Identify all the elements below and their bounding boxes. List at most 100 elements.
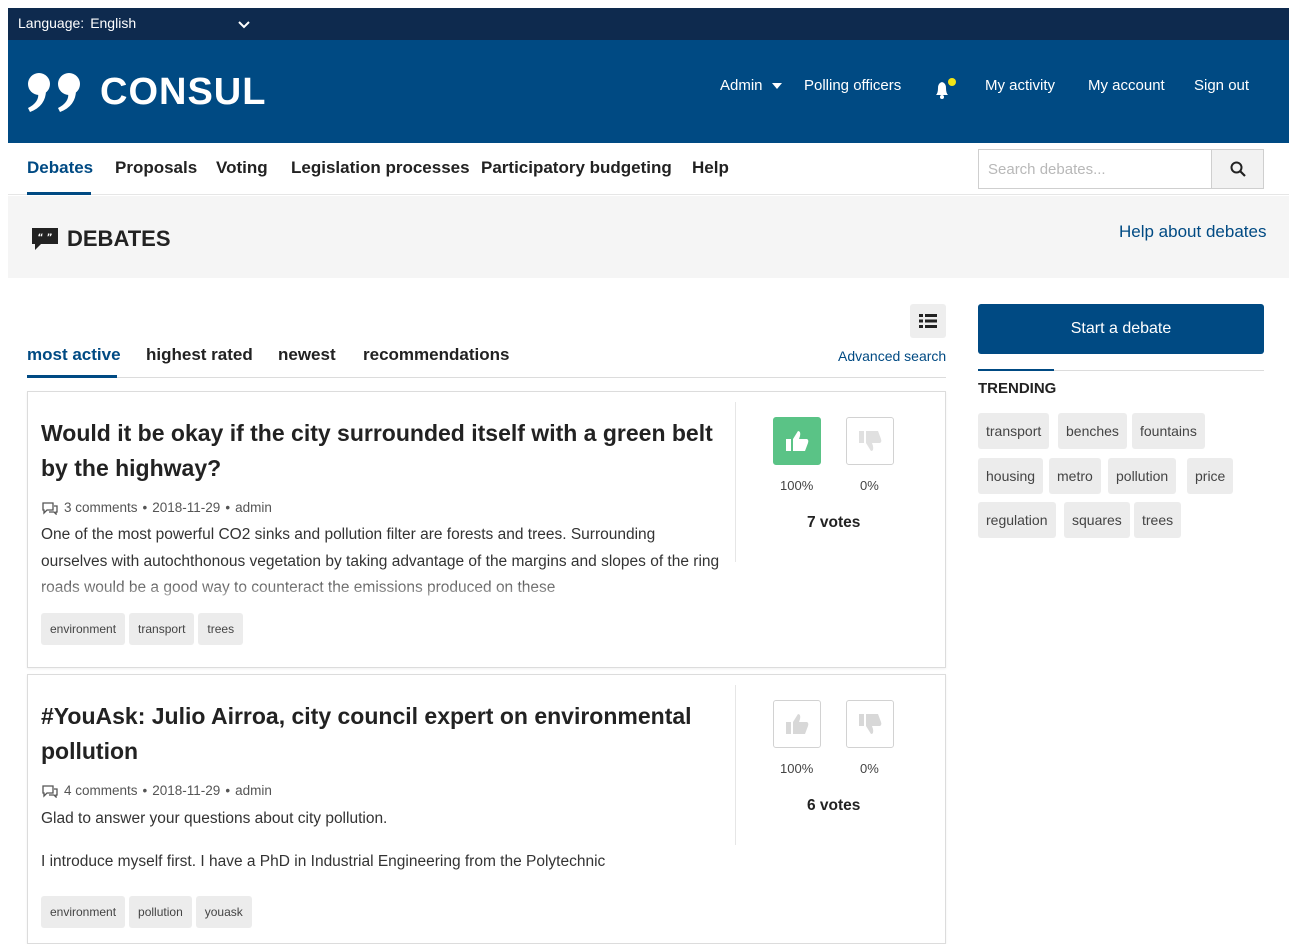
tab-divider bbox=[27, 377, 946, 378]
sign-out-link[interactable]: Sign out bbox=[1194, 77, 1249, 94]
debate-description-more: I introduce myself first. I have a PhD i… bbox=[41, 853, 606, 870]
list-icon bbox=[919, 314, 937, 328]
thumbs-down-icon bbox=[859, 431, 882, 451]
comments-icon bbox=[42, 784, 58, 798]
site-header: CONSUL Admin Polling officers My activit… bbox=[8, 40, 1289, 143]
tag[interactable]: environment bbox=[41, 896, 126, 928]
debate-tags: environment transport trees bbox=[41, 613, 244, 645]
trending-tag[interactable]: trees bbox=[1134, 502, 1182, 538]
language-bar: Language: English bbox=[8, 8, 1289, 40]
votes-total: 7 votes bbox=[807, 514, 861, 531]
thumbs-down-icon bbox=[859, 714, 882, 734]
svg-text:“ ”: “ ” bbox=[38, 233, 53, 243]
tab-most-active[interactable]: most active bbox=[27, 345, 121, 365]
debate-tags: environment pollution youask bbox=[41, 896, 252, 928]
debate-author: admin bbox=[235, 500, 272, 515]
vote-divider bbox=[735, 685, 736, 845]
help-about-debates-link[interactable]: Help about debates bbox=[1119, 222, 1266, 242]
list-view-button[interactable] bbox=[910, 304, 946, 338]
meta-separator: • bbox=[142, 783, 148, 798]
trending-tag[interactable]: squares bbox=[1064, 502, 1130, 538]
search-box bbox=[978, 149, 1264, 189]
trending-tag[interactable]: pollution bbox=[1108, 458, 1177, 494]
tab-recommendations[interactable]: recommendations bbox=[363, 345, 509, 365]
active-nav-indicator bbox=[27, 192, 91, 195]
language-label: Language: bbox=[18, 15, 85, 31]
active-tab-indicator bbox=[27, 375, 117, 378]
debate-date: 2018-11-29 bbox=[152, 783, 221, 798]
nav-debates[interactable]: Debates bbox=[27, 158, 93, 178]
notification-bell-icon[interactable] bbox=[932, 78, 958, 100]
vote-up-button[interactable] bbox=[773, 700, 821, 748]
tag[interactable]: pollution bbox=[129, 896, 192, 928]
debate-author: admin bbox=[235, 783, 272, 798]
tab-highest-rated[interactable]: highest rated bbox=[146, 345, 253, 365]
quote-logo-icon bbox=[28, 73, 80, 112]
meta-separator: • bbox=[225, 500, 231, 515]
start-debate-button[interactable]: Start a debate bbox=[978, 304, 1264, 354]
admin-label: Admin bbox=[720, 77, 763, 94]
vote-down-button[interactable] bbox=[846, 417, 894, 465]
thumbs-up-icon bbox=[786, 714, 809, 734]
trending-tag[interactable]: metro bbox=[1049, 458, 1101, 494]
trending-tag[interactable]: benches bbox=[1058, 413, 1127, 449]
vote-up-button[interactable] bbox=[773, 417, 821, 465]
search-input[interactable] bbox=[979, 150, 1211, 188]
tag[interactable]: youask bbox=[195, 896, 252, 928]
nav-voting[interactable]: Voting bbox=[216, 158, 268, 178]
page-title-text: DEBATES bbox=[67, 226, 171, 251]
debate-card: #YouAsk: Julio Airroa, city council expe… bbox=[27, 674, 946, 944]
downvote-percentage: 0% bbox=[860, 761, 879, 776]
meta-separator: • bbox=[225, 783, 231, 798]
trending-indicator bbox=[978, 369, 1054, 371]
tag[interactable]: trees bbox=[198, 613, 244, 645]
downvote-percentage: 0% bbox=[860, 478, 879, 493]
thumbs-up-icon bbox=[786, 431, 809, 451]
my-account-link[interactable]: My account bbox=[1088, 77, 1165, 94]
debate-title[interactable]: #YouAsk: Julio Airroa, city council expe… bbox=[41, 699, 721, 769]
chevron-down-icon[interactable] bbox=[236, 16, 252, 32]
language-selector[interactable]: Language: English bbox=[18, 15, 136, 31]
debate-card: Would it be okay if the city surrounded … bbox=[27, 391, 946, 668]
comments-count[interactable]: 3 comments bbox=[64, 500, 138, 515]
search-icon bbox=[1230, 161, 1246, 177]
trending-tag[interactable]: fountains bbox=[1132, 413, 1205, 449]
advanced-search-link[interactable]: Advanced search bbox=[838, 348, 946, 364]
vote-down-button[interactable] bbox=[846, 700, 894, 748]
debate-speech-icon: “ ” bbox=[32, 228, 58, 250]
section-header: “ ” DEBATES Help about debates bbox=[8, 196, 1289, 278]
nav-legislation-processes[interactable]: Legislation processes bbox=[291, 158, 470, 178]
language-value: English bbox=[90, 15, 137, 31]
upvote-percentage: 100% bbox=[780, 478, 814, 493]
tag[interactable]: environment bbox=[41, 613, 126, 645]
debate-meta: 3 comments • 2018-11-29 • admin bbox=[41, 500, 272, 515]
tab-newest[interactable]: newest bbox=[278, 345, 336, 365]
debate-meta: 4 comments • 2018-11-29 • admin bbox=[41, 783, 272, 798]
brand-name: CONSUL bbox=[100, 70, 267, 113]
nav-participatory-budgeting[interactable]: Participatory budgeting bbox=[481, 158, 672, 178]
trending-tag[interactable]: housing bbox=[978, 458, 1044, 494]
main-nav: Debates Proposals Voting Legislation pro… bbox=[8, 143, 1289, 195]
my-activity-link[interactable]: My activity bbox=[985, 77, 1055, 94]
nav-proposals[interactable]: Proposals bbox=[115, 158, 197, 178]
admin-menu[interactable]: Admin bbox=[720, 77, 783, 94]
tag[interactable]: transport bbox=[129, 613, 195, 645]
comments-icon bbox=[42, 501, 58, 515]
nav-help[interactable]: Help bbox=[692, 158, 729, 178]
caret-down-icon bbox=[771, 82, 782, 89]
logo[interactable]: CONSUL bbox=[26, 70, 266, 114]
polling-officers-link[interactable]: Polling officers bbox=[804, 77, 901, 94]
debate-date: 2018-11-29 bbox=[152, 500, 221, 515]
vote-divider bbox=[735, 402, 736, 562]
search-button[interactable] bbox=[1211, 150, 1263, 188]
trending-tag[interactable]: price bbox=[1187, 458, 1234, 494]
debate-title[interactable]: Would it be okay if the city surrounded … bbox=[41, 416, 721, 486]
trending-tag[interactable]: transport bbox=[978, 413, 1050, 449]
description-fade bbox=[28, 576, 728, 602]
trending-tag[interactable]: regulation bbox=[978, 502, 1056, 538]
comments-count[interactable]: 4 comments bbox=[64, 783, 138, 798]
votes-total: 6 votes bbox=[807, 797, 861, 814]
debate-description: Glad to answer your questions about city… bbox=[41, 810, 388, 827]
upvote-percentage: 100% bbox=[780, 761, 814, 776]
trending-title: TRENDING bbox=[978, 380, 1057, 397]
